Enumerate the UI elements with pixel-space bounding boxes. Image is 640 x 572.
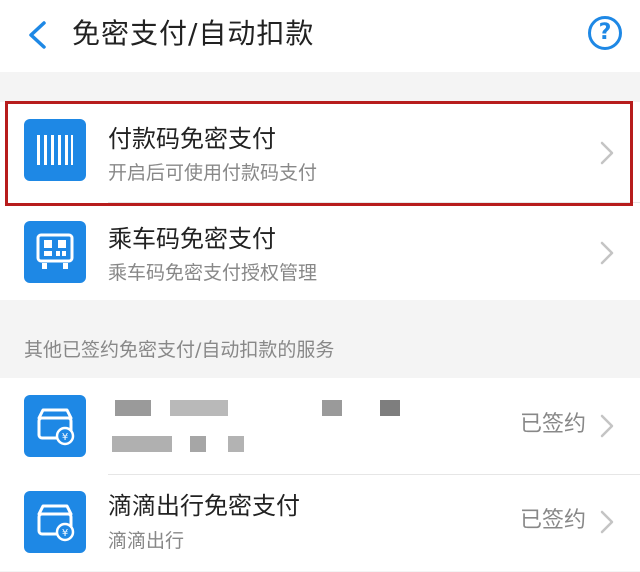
item-subtitle: 开启后可使用付款码支付 xyxy=(108,162,318,184)
redacted-block xyxy=(115,400,151,416)
redacted-block xyxy=(112,436,172,452)
qr-bus-icon xyxy=(24,221,86,283)
signed-services-list: ¥ 已签约 ¥ 滴滴出行免密支付 滴滴出行 已签约 xyxy=(0,378,640,571)
merchant-icon: ¥ xyxy=(24,395,86,457)
list-item-payment-code[interactable]: 付款码免密支付 开启后可使用付款码支付 xyxy=(0,102,640,198)
list-item-ride-code[interactable]: 乘车码免密支付 乘车码免密支付授权管理 xyxy=(0,204,640,300)
item-title: 付款码免密支付 xyxy=(108,125,276,153)
page-title: 免密支付/自动扣款 xyxy=(72,17,315,50)
list-item-service[interactable]: ¥ 已签约 xyxy=(0,378,640,474)
list-item-service[interactable]: ¥ 滴滴出行免密支付 滴滴出行 已签约 xyxy=(0,476,640,572)
merchant-icon: ¥ xyxy=(24,491,86,553)
chevron-left-icon xyxy=(29,21,46,49)
redacted-block xyxy=(190,436,206,452)
chevron-right-icon xyxy=(600,141,614,165)
password-free-list: 付款码免密支付 开启后可使用付款码支付 乘车码免密支付 乘车码免密支付授权管理 xyxy=(0,102,640,300)
chevron-right-icon xyxy=(600,241,614,265)
status-badge: 已签约 xyxy=(519,412,586,437)
back-button[interactable] xyxy=(20,18,54,52)
item-subtitle: 滴滴出行 xyxy=(108,530,185,552)
divider xyxy=(108,202,640,203)
top-bar: 免密支付/自动扣款 ? xyxy=(0,0,640,72)
redacted-block xyxy=(380,400,400,416)
chevron-right-icon xyxy=(600,510,614,534)
redacted-block xyxy=(322,400,342,416)
svg-text:¥: ¥ xyxy=(62,432,68,443)
redacted-block xyxy=(228,436,244,452)
help-button[interactable]: ? xyxy=(588,16,622,50)
divider xyxy=(108,474,640,475)
chevron-right-icon xyxy=(600,414,614,438)
redacted-block xyxy=(170,400,228,416)
item-subtitle: 乘车码免密支付授权管理 xyxy=(108,262,318,284)
barcode-icon xyxy=(24,119,86,181)
svg-text:¥: ¥ xyxy=(62,528,68,539)
section-label: 其他已签约免密支付/自动扣款的服务 xyxy=(24,339,335,361)
item-title: 滴滴出行免密支付 xyxy=(108,492,300,520)
item-title: 乘车码免密支付 xyxy=(108,225,276,253)
status-badge: 已签约 xyxy=(519,508,586,533)
